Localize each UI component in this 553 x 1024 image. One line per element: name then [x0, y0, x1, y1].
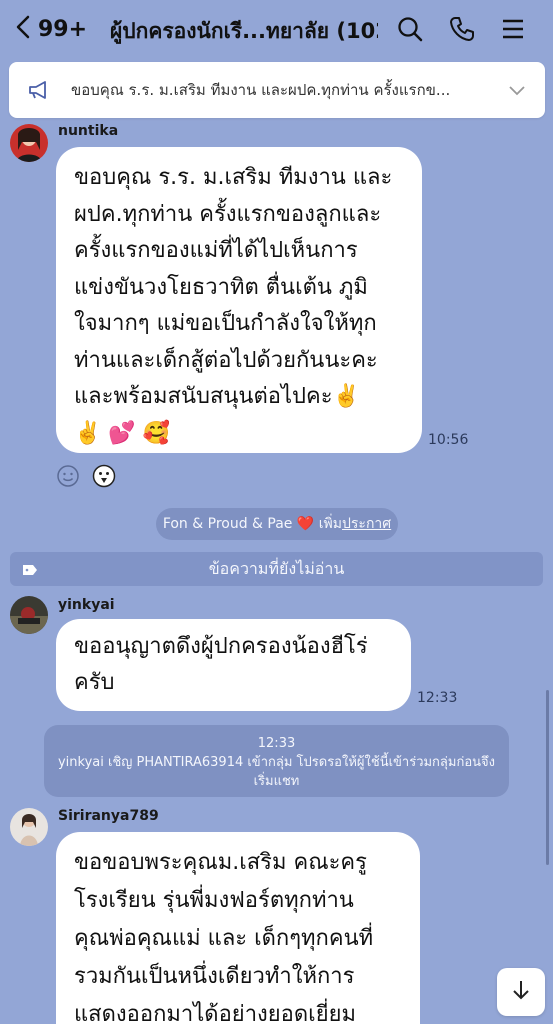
announcement-banner[interactable]: ขอบคุณ ร.ร. ม.เสริม ทีมงาน และผปค.ทุกท่า… — [9, 62, 545, 118]
unread-count-badge: 99+ — [38, 16, 88, 42]
heart-emoji: ❤️ — [296, 516, 315, 532]
system-message-text: เริ่มแชท — [253, 774, 300, 789]
search-icon[interactable] — [395, 14, 425, 44]
message-line: แสดงออกมาได้อย่างยอดเยี่ยม — [74, 1002, 356, 1024]
notice-text: Fon & Proud & Pae — [162, 516, 293, 532]
message-line: คุณพ่อคุณแม่ และ เด็กๆทุกคนที่ — [74, 926, 374, 951]
message-line: ✌️ 💕 🥰 — [74, 420, 171, 446]
scroll-to-bottom-button[interactable] — [497, 968, 545, 1016]
chevron-left-icon — [12, 14, 34, 44]
message-line: ครับ — [74, 670, 115, 695]
avatar[interactable] — [10, 596, 48, 634]
message-time: 12:33 — [417, 690, 458, 706]
smiley-icon[interactable] — [56, 464, 80, 488]
message-line: ขอบคุณ ร.ร. ม.เสริม ทีมงาน และ — [74, 165, 393, 190]
message-line: รวมกันเป็นหนึ่งเดียวทำให้การ — [74, 964, 355, 989]
system-message-time: 12:33 — [257, 736, 296, 751]
unread-messages-divider: ข้อความที่ยังไม่อ่าน — [10, 552, 543, 586]
message-bubble[interactable]: ขอบคุณ ร.ร. ม.เสริม ทีมงาน และ ผปค.ทุกท่… — [56, 147, 422, 453]
chat-title[interactable]: ผู้ปกครองนักเรี...ทยาลัย (102) — [110, 15, 378, 48]
tag-icon — [22, 562, 38, 576]
sender-name: yinkyai — [58, 597, 115, 613]
announcement-text: ขอบคุณ ร.ร. ม.เสริม ทีมงาน และผปค.ทุกท่า… — [71, 81, 451, 99]
menu-icon[interactable] — [498, 14, 528, 44]
megaphone-icon — [27, 78, 51, 102]
message-bubble[interactable]: ขออนุญาตดึงผู้ปกครองน้องฮีโร่ ครับ — [56, 619, 411, 711]
announcement-notice-pill[interactable]: Fon & Proud & Pae ❤️ เพิ่มประกาศ — [156, 508, 398, 540]
add-announcement-link[interactable]: ประกาศ — [342, 516, 391, 532]
message-bubble[interactable]: ขอขอบพระคุณม.เสริม คณะครู โรงเรียน รุ่นพ… — [56, 832, 420, 1024]
sender-name: Siriranya789 — [58, 808, 159, 824]
message-line: ท่านและเด็กสู้ต่อไปด้วยกันนะคะ — [74, 347, 378, 373]
unread-label: ข้อความที่ยังไม่อ่าน — [208, 558, 345, 578]
sticker-reaction-icon[interactable] — [92, 464, 116, 488]
system-message-text: yinkyai เชิญ PHANTIRA63914 เข้ากลุ่ม โปร… — [57, 755, 495, 770]
chevron-down-icon[interactable] — [507, 80, 527, 100]
avatar[interactable] — [10, 124, 48, 162]
message-line: ใจมากๆ แม่ขอเป็นกำลังใจให้ทุก — [74, 311, 377, 336]
back-button[interactable]: 99+ — [12, 12, 87, 46]
message-line: ขอขอบพระคุณม.เสริม คณะครู — [74, 850, 367, 875]
message-time: 10:56 — [428, 432, 469, 448]
message-line: ครั้งแรกของแม่ที่ได้ไปเห็นการ — [74, 238, 358, 263]
scrollbar[interactable] — [546, 690, 549, 865]
chat-header: 99+ ผู้ปกครองนักเรี...ทยาลัย (102) — [0, 0, 553, 58]
arrow-down-icon — [509, 978, 533, 1006]
avatar[interactable] — [10, 808, 48, 846]
notice-suffix: เพิ่ม — [318, 516, 343, 532]
reaction-row — [56, 464, 116, 488]
message-line: ขออนุญาตดึงผู้ปกครองน้องฮีโร่ — [74, 634, 368, 659]
system-message: 12:33 yinkyai เชิญ PHANTIRA63914 เข้ากลุ… — [44, 725, 509, 797]
sender-name: nuntika — [58, 123, 119, 139]
message-line: และพร้อมสนับสนุนต่อไปคะ✌️ — [74, 384, 360, 409]
message-line: แข่งขันวงโยธวาทิต ตื่นเต้น ภูมิ — [74, 274, 368, 300]
message-line: ผปค.ทุกท่าน ครั้งแรกของลูกและ — [74, 201, 382, 227]
phone-icon[interactable] — [447, 14, 477, 44]
message-line: โรงเรียน รุ่นพี่มงฟอร์ตทุกท่าน — [74, 888, 354, 913]
